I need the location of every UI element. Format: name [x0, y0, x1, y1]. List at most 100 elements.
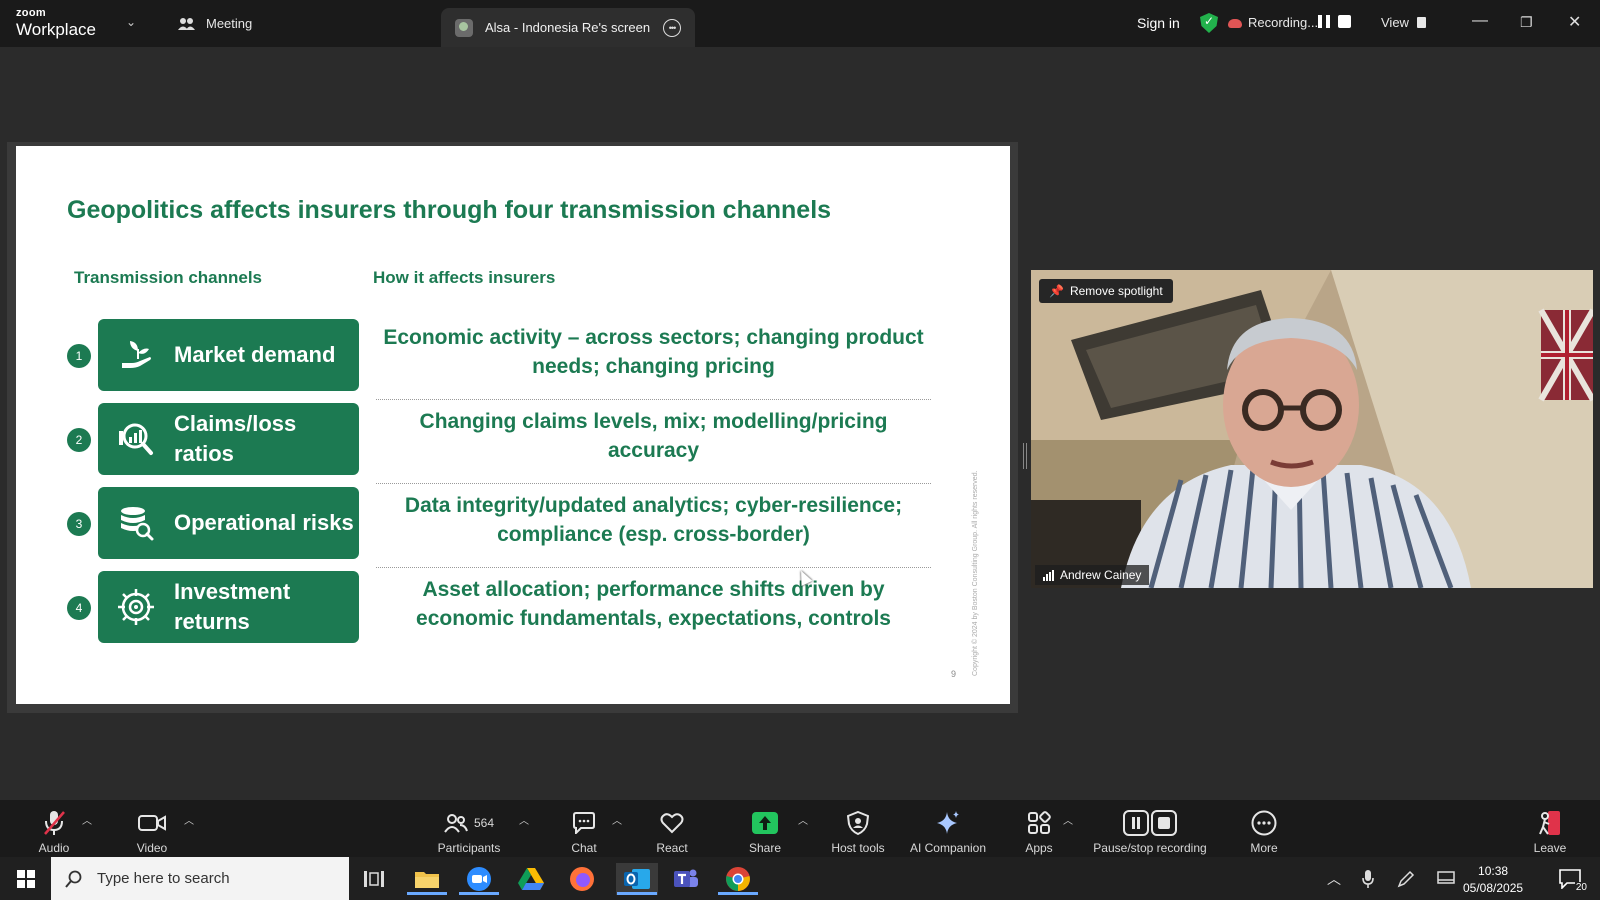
security-shield-icon[interactable]: [1200, 13, 1218, 33]
audio-label: Audio: [38, 841, 70, 855]
close-icon[interactable]: ✕: [1568, 12, 1581, 32]
effect-description: Economic activity – across sectors; chan…: [383, 326, 924, 379]
host-tools-button[interactable]: Host tools: [828, 800, 888, 857]
pause-stop-recording-label: Pause/stop recording: [1093, 841, 1207, 855]
people-icon: [178, 17, 195, 30]
share-label: Share: [748, 841, 782, 855]
chat-label: Chat: [571, 841, 597, 855]
active-indicator: [407, 892, 447, 895]
slide-copyright: Copyright © 2024 by Boston Consulting Gr…: [972, 470, 979, 676]
zoom-logo[interactable]: zoom Workplace: [16, 8, 96, 39]
chat-options-caret-icon[interactable]: ︿: [612, 812, 622, 827]
cloud-record-icon: [1228, 19, 1242, 28]
participants-button[interactable]: 564 Participants: [433, 800, 505, 857]
split-divider-handle[interactable]: [1023, 443, 1027, 469]
channel-row: 3 Operational risks Data integrity/updat…: [16, 487, 1010, 568]
ai-companion-button[interactable]: AI Companion: [905, 800, 991, 857]
effect-description: Data integrity/updated analytics; cyber-…: [404, 494, 903, 547]
more-options-icon[interactable]: •••: [663, 18, 681, 37]
display-tray-icon[interactable]: [1430, 863, 1462, 895]
zoom-app-icon[interactable]: [459, 863, 499, 895]
more-button[interactable]: More: [1244, 800, 1284, 857]
row-divider: [376, 483, 931, 484]
logo-big-text: Workplace: [16, 20, 96, 39]
view-button[interactable]: View: [1381, 15, 1426, 30]
row-number: 1: [67, 344, 91, 368]
react-button[interactable]: React: [651, 800, 693, 857]
teams-icon[interactable]: [670, 863, 702, 895]
ai-companion-label: AI Companion: [909, 841, 987, 855]
taskbar-clock[interactable]: 10:38 05/08/2025: [1463, 863, 1523, 897]
database-search-icon: [121, 507, 154, 541]
pause-stop-icon: [1123, 808, 1177, 838]
restore-icon[interactable]: ❐: [1520, 14, 1533, 31]
channel-label: Market demand: [174, 342, 336, 368]
notifications-icon[interactable]: 20: [1554, 863, 1588, 895]
channel-box: Investment returns: [98, 571, 359, 643]
chevron-down-icon[interactable]: ⌄: [126, 15, 136, 29]
pin-icon: 📌: [1049, 284, 1064, 298]
meeting-label: Meeting: [206, 16, 253, 31]
share-screen-icon: [752, 808, 778, 838]
chat-button[interactable]: Chat: [564, 800, 604, 857]
chat-bubble-icon: [572, 808, 596, 838]
microphone-tray-icon[interactable]: [1352, 863, 1384, 895]
google-drive-icon[interactable]: [515, 863, 547, 895]
windows-taskbar: Type here to search ︿ 10:38 05/08/2025 2…: [0, 857, 1600, 900]
video-options-caret-icon[interactable]: ︿: [184, 812, 194, 827]
outlook-icon[interactable]: [616, 863, 658, 895]
view-layout-icon: [1416, 17, 1426, 28]
video-button[interactable]: Video: [132, 800, 172, 857]
channel-box: Operational risks: [98, 487, 359, 559]
stop-recording-icon[interactable]: [1338, 15, 1351, 28]
task-view-icon[interactable]: [358, 863, 390, 895]
view-label: View: [1381, 15, 1409, 30]
row-divider: [376, 399, 931, 400]
spotlight-video[interactable]: 📌 Remove spotlight Andrew Cainey: [1031, 270, 1593, 588]
react-label: React: [656, 841, 688, 855]
video-label: Video: [136, 841, 168, 855]
apps-button[interactable]: Apps: [1018, 800, 1060, 857]
ellipsis-icon: [1251, 808, 1277, 838]
share-button[interactable]: Share: [744, 800, 786, 857]
firefox-icon[interactable]: [566, 863, 598, 895]
chrome-icon[interactable]: [718, 863, 758, 895]
sign-in-link[interactable]: Sign in: [1137, 15, 1180, 31]
participants-icon: 564: [444, 808, 494, 838]
participants-options-caret-icon[interactable]: ︿: [519, 812, 529, 827]
shared-screen-tab[interactable]: Alsa - Indonesia Re's screen •••: [441, 8, 695, 47]
host-tools-label: Host tools: [831, 841, 885, 855]
apps-label: Apps: [1025, 841, 1053, 855]
recording-indicator: Recording...: [1228, 15, 1318, 30]
file-explorer-icon[interactable]: [407, 863, 447, 895]
apps-options-caret-icon[interactable]: ︿: [1063, 812, 1073, 827]
clock-date: 05/08/2025: [1463, 881, 1524, 895]
participants-count: 564: [473, 816, 495, 830]
title-bar: zoom Workplace ⌄ Meeting Alsa - Indonesi…: [0, 0, 1600, 47]
audio-button[interactable]: Audio: [34, 800, 74, 857]
share-options-caret-icon[interactable]: ︿: [798, 812, 808, 827]
leave-button[interactable]: Leave: [1530, 800, 1570, 857]
shared-screen-label: Alsa - Indonesia Re's screen: [485, 20, 651, 35]
pen-tray-icon[interactable]: [1390, 863, 1422, 895]
leave-door-icon: [1538, 808, 1562, 838]
remove-spotlight-button[interactable]: 📌 Remove spotlight: [1039, 279, 1173, 303]
show-hidden-icons-caret-icon[interactable]: ︿: [1318, 863, 1350, 895]
taskbar-search-box[interactable]: Type here to search: [51, 857, 349, 900]
recording-label: Recording...: [1248, 15, 1319, 30]
slide-title: Geopolitics affects insurers through fou…: [67, 196, 832, 224]
audio-options-caret-icon[interactable]: ︿: [82, 812, 92, 827]
active-indicator: [459, 892, 499, 895]
channel-label: Investment returns: [174, 579, 291, 634]
minimize-icon[interactable]: —: [1472, 12, 1488, 30]
row-number: 2: [67, 428, 91, 452]
meeting-tab[interactable]: Meeting: [178, 0, 252, 47]
column-header-channels: Transmission channels: [74, 268, 263, 287]
muted-microphone-icon: [42, 808, 66, 838]
row-number: 3: [67, 512, 91, 536]
signal-bars-icon: [1043, 569, 1054, 581]
pause-recording-icon[interactable]: [1318, 15, 1330, 28]
windows-start-icon[interactable]: [10, 863, 42, 895]
pause-stop-recording-button[interactable]: Pause/stop recording: [1086, 800, 1214, 857]
more-label: More: [1250, 841, 1278, 855]
